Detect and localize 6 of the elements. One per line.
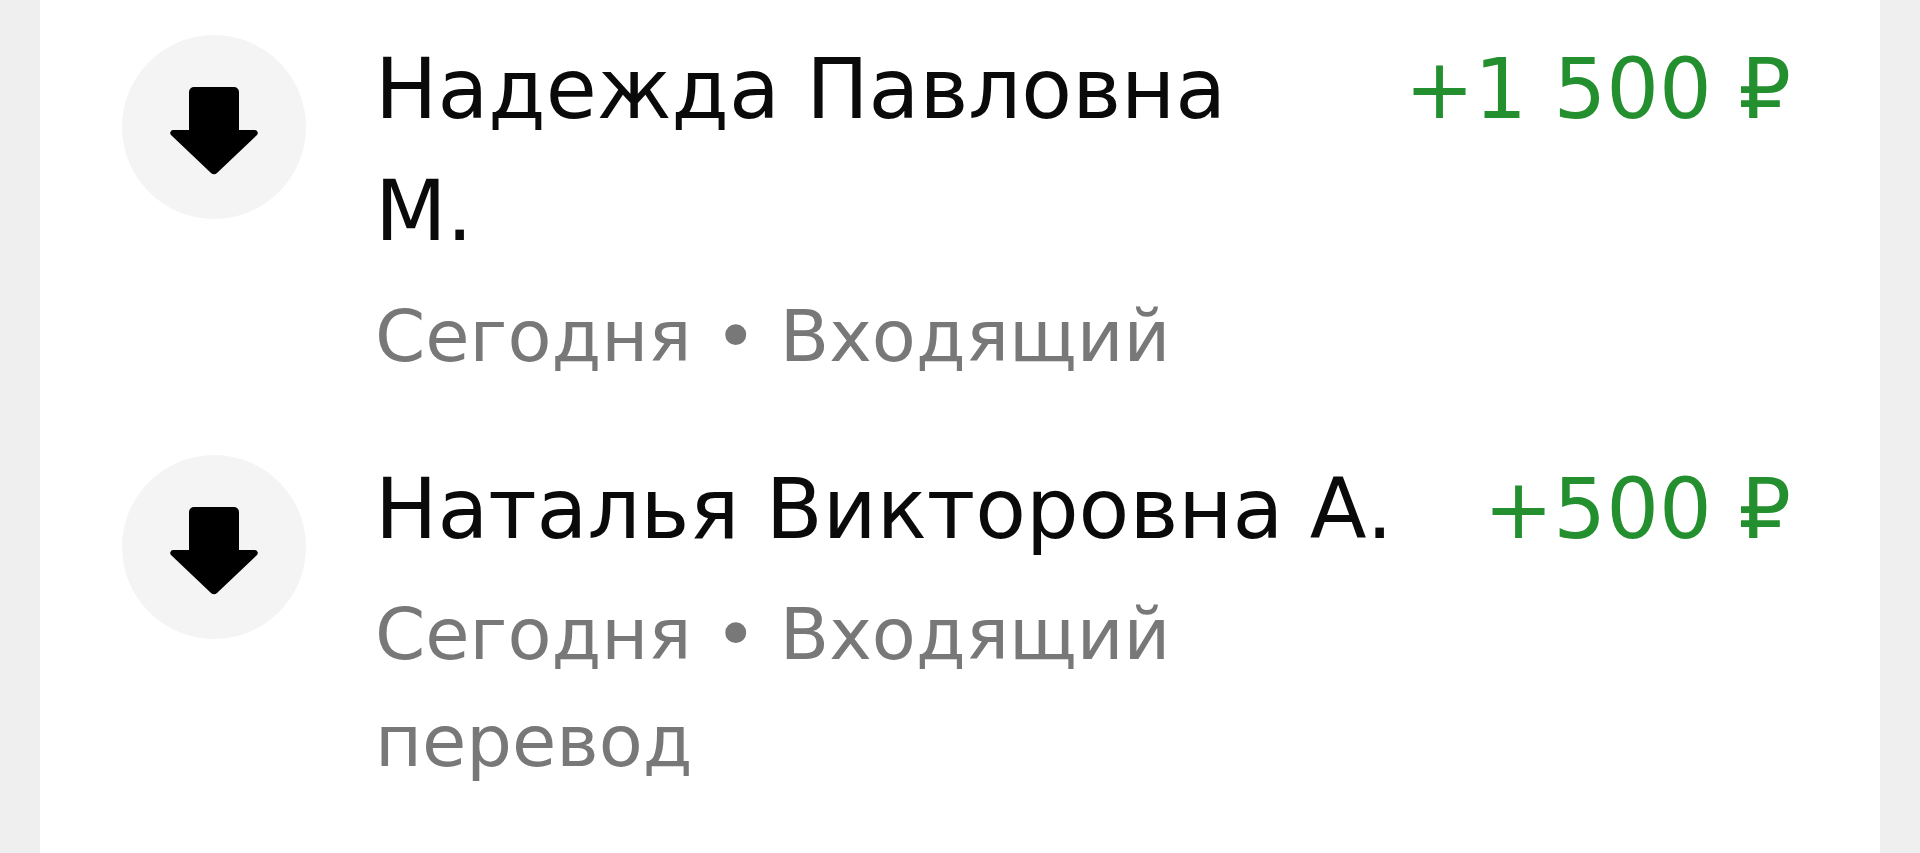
transfer-details: Сегодня • Входящий	[375, 293, 1172, 380]
amount: +500 ₽	[1483, 460, 1791, 560]
sender-name: Надежда Павловна М.	[375, 40, 1228, 262]
transfer-details: Сегодня • Входящий перевод	[375, 591, 1172, 785]
sender-name: Наталья Викторовна А.	[375, 460, 1394, 560]
amount: +1 500 ₽	[1404, 40, 1791, 140]
